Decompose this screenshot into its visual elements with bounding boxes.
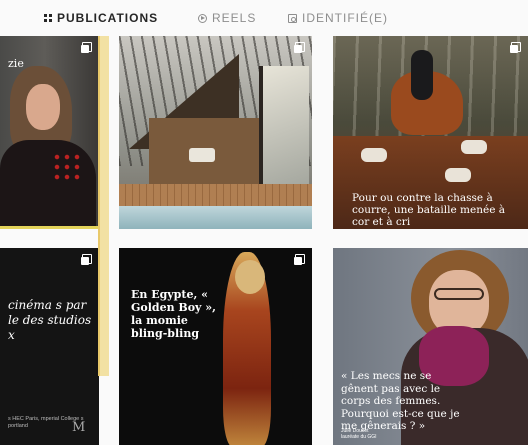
photo-pattern [52,152,82,182]
post-caption: zie [8,57,24,70]
carousel-icon [510,42,521,53]
post-caption: En Egypte, « Golden Boy », la momie blin… [131,288,216,340]
photo-yellow-object [0,226,99,229]
tab-publications[interactable]: PUBLICATIONS [44,11,158,25]
photo-hound [461,140,487,154]
post-tile[interactable]: cinéma s par le des studios x s HEC Pari… [0,248,99,445]
grid-icon [44,14,52,22]
tab-tagged[interactable]: IDENTIFIÉ(E) [288,11,388,25]
photo-rider [411,50,433,100]
post-tile[interactable]: « Les mecs ne se gênent pas avec le corp… [333,248,528,445]
profile-tabs: PUBLICATIONS REELS IDENTIFIÉ(E) [0,0,528,36]
post-tile[interactable]: En Egypte, « Golden Boy », la momie blin… [119,248,312,445]
tab-publications-label: PUBLICATIONS [57,11,159,25]
photo-skull [235,260,265,294]
tagged-icon [288,13,297,23]
tab-reels[interactable]: REELS [198,11,256,25]
photo-hound [361,148,387,162]
post-credit: Julie Doucet lauréate du GGI [341,428,377,440]
tab-tagged-label: IDENTIFIÉ(E) [302,11,388,25]
tab-reels-label: REELS [212,11,257,25]
post-tile[interactable]: Pour ou contre la chasse à courre, une b… [333,36,528,229]
carousel-icon [81,42,92,53]
reels-icon [198,13,207,23]
photo-hound [445,168,471,182]
credit-subtitle: lauréate du GGI [341,434,377,440]
highlight-band [99,36,109,376]
photo-face [26,84,60,130]
carousel-icon [294,254,305,265]
highlight-edge [98,36,100,376]
photo-glasses [434,288,484,300]
post-tile[interactable] [119,36,312,229]
photo-chair [189,148,215,162]
photo-cabin-glass [259,66,309,196]
post-footer-text: s HEC Paris, mperial College s portland [8,416,84,429]
logo-monogram: M [72,420,86,435]
post-tile[interactable]: zie [0,36,99,229]
post-caption: « Les mecs ne se gênent pas avec le corp… [341,370,460,432]
post-caption: Pour ou contre la chasse à courre, une b… [352,192,506,228]
carousel-icon [81,254,92,265]
carousel-icon [294,42,305,53]
post-caption: cinéma s par le des studios x [8,298,92,342]
photo-pool [119,206,312,229]
